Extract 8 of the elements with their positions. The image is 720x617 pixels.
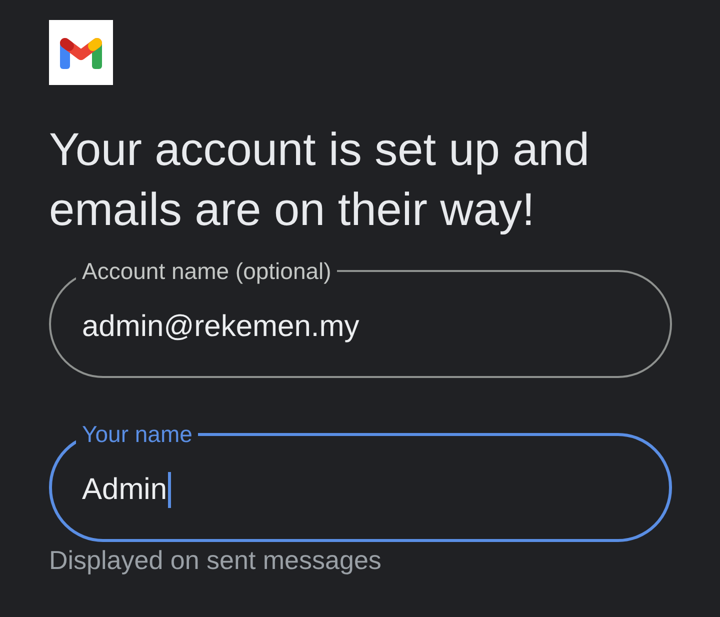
field-value: admin@rekemen.my bbox=[82, 309, 360, 345]
text-cursor bbox=[168, 472, 172, 508]
field-value: Admin bbox=[82, 472, 168, 508]
m-logo-icon bbox=[49, 20, 113, 85]
page-heading: Your account is set up and emails are on their way! bbox=[49, 122, 590, 237]
field-label: Your name bbox=[81, 421, 194, 447]
helper-text: Displayed on sent messages bbox=[49, 545, 382, 575]
field-label: Account name (optional) bbox=[81, 258, 332, 284]
